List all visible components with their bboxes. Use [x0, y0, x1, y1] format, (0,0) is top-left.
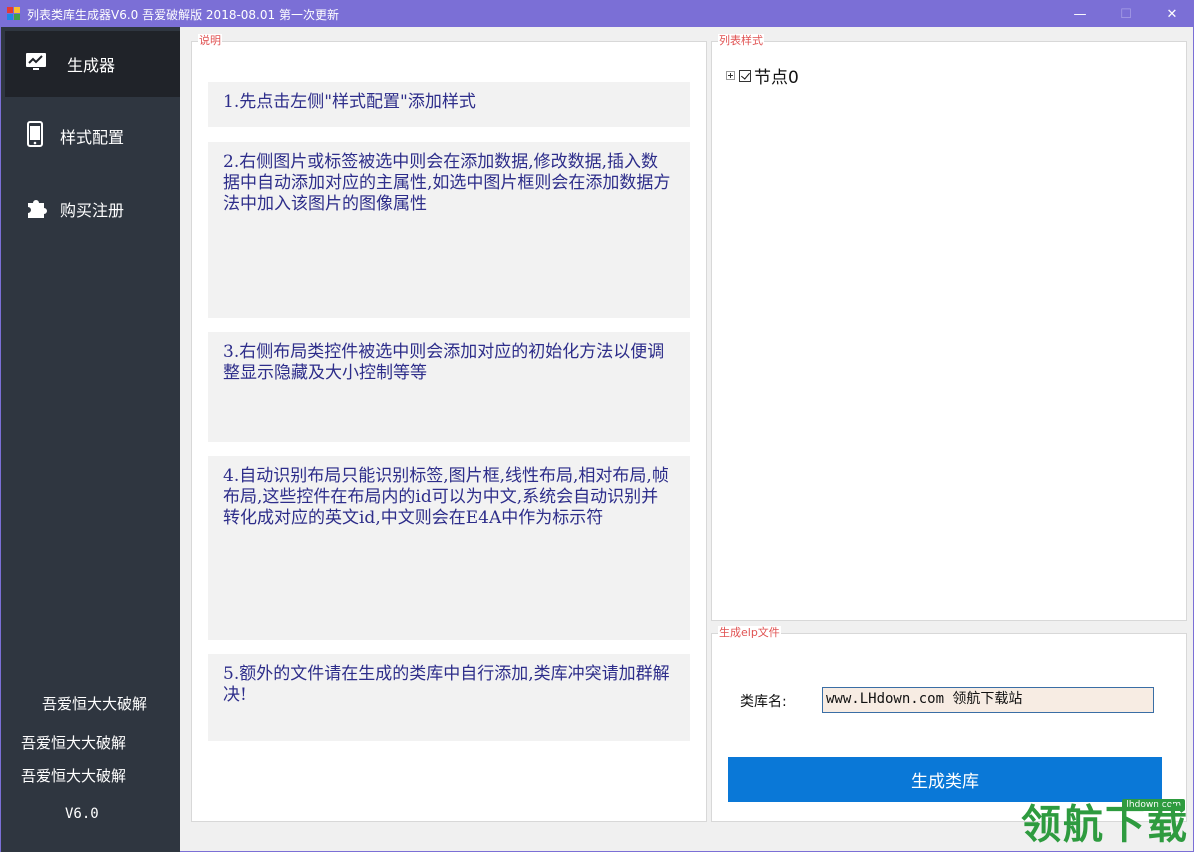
group-title: 列表样式 [718, 34, 764, 48]
puzzle-icon [25, 195, 49, 223]
chart-monitor-icon [25, 52, 47, 76]
title-bar[interactable]: 列表类库生成器V6.0 吾爱破解版 2018-08.01 第一次更新 — ☐ ✕ [1, 1, 1194, 27]
sidebar-item-label: 购买注册 [60, 201, 125, 220]
sidebar-item-generator[interactable]: 生成器 [5, 31, 180, 97]
instructions-group: 说明 1.先点击左侧"样式配置"添加样式 2.右侧图片或标签被选中则会在添加数据… [191, 34, 707, 822]
sidebar: 生成器 样式配置 购买注册 吾爱恒大大破解 吾爱恒大大破解 吾爱恒大大破解 V6… [1, 27, 180, 852]
instruction-card: 4.自动识别布局只能识别标签,图片框,线性布局,相对布局,帧布局,这些控件在布局… [208, 456, 690, 640]
version-label: V6.0 [65, 806, 99, 822]
expand-icon[interactable] [726, 71, 735, 80]
minimize-button[interactable]: — [1057, 1, 1103, 27]
maximize-button[interactable]: ☐ [1103, 1, 1149, 27]
watermark-text: 领航下载 [1021, 802, 1189, 848]
group-title: 说明 [198, 34, 222, 48]
window-title: 列表类库生成器V6.0 吾爱破解版 2018-08.01 第一次更新 [27, 7, 339, 22]
close-button[interactable]: ✕ [1149, 1, 1194, 27]
sidebar-item-label: 样式配置 [60, 128, 125, 147]
lib-name-label: 类库名: [740, 694, 787, 710]
instruction-card: 5.额外的文件请在生成的类库中自行添加,类库冲突请加群解决! [208, 654, 690, 741]
tree-node[interactable]: 节点0 [726, 63, 799, 88]
list-style-group: 列表样式 节点0 [711, 34, 1187, 621]
generate-library-button[interactable]: 生成类库 [728, 757, 1162, 802]
footer-text: 吾爱恒大大破解 [21, 767, 127, 785]
watermark-logo: lhdown.com 领航下载 [1009, 799, 1189, 847]
footer-text: 吾爱恒大大破解 [21, 734, 127, 752]
instruction-card: 1.先点击左侧"样式配置"添加样式 [208, 82, 690, 127]
group-title: 生成elp文件 [718, 626, 781, 640]
tree-node-label[interactable]: 节点0 [754, 63, 799, 88]
phone-icon [25, 121, 45, 151]
node-checkbox[interactable] [739, 69, 751, 82]
lib-name-input[interactable]: www.LHdown.com 领航下载站 [822, 687, 1154, 713]
instruction-card: 3.右侧布局类控件被选中则会添加对应的初始化方法以便调整显示隐藏及大小控制等等 [208, 332, 690, 442]
generate-group: 生成elp文件 类库名: www.LHdown.com 领航下载站 生成类库 [711, 626, 1187, 822]
sidebar-item-purchase[interactable]: 购买注册 [5, 176, 180, 242]
sidebar-item-style-config[interactable]: 样式配置 [5, 103, 180, 169]
footer-text: 吾爱恒大大破解 [42, 695, 148, 713]
sidebar-item-label: 生成器 [67, 56, 116, 75]
app-logo-icon [7, 7, 21, 21]
instruction-card: 2.右侧图片或标签被选中则会在添加数据,修改数据,插入数据中自动添加对应的主属性… [208, 142, 690, 318]
app-window: 列表类库生成器V6.0 吾爱破解版 2018-08.01 第一次更新 — ☐ ✕… [0, 0, 1194, 852]
